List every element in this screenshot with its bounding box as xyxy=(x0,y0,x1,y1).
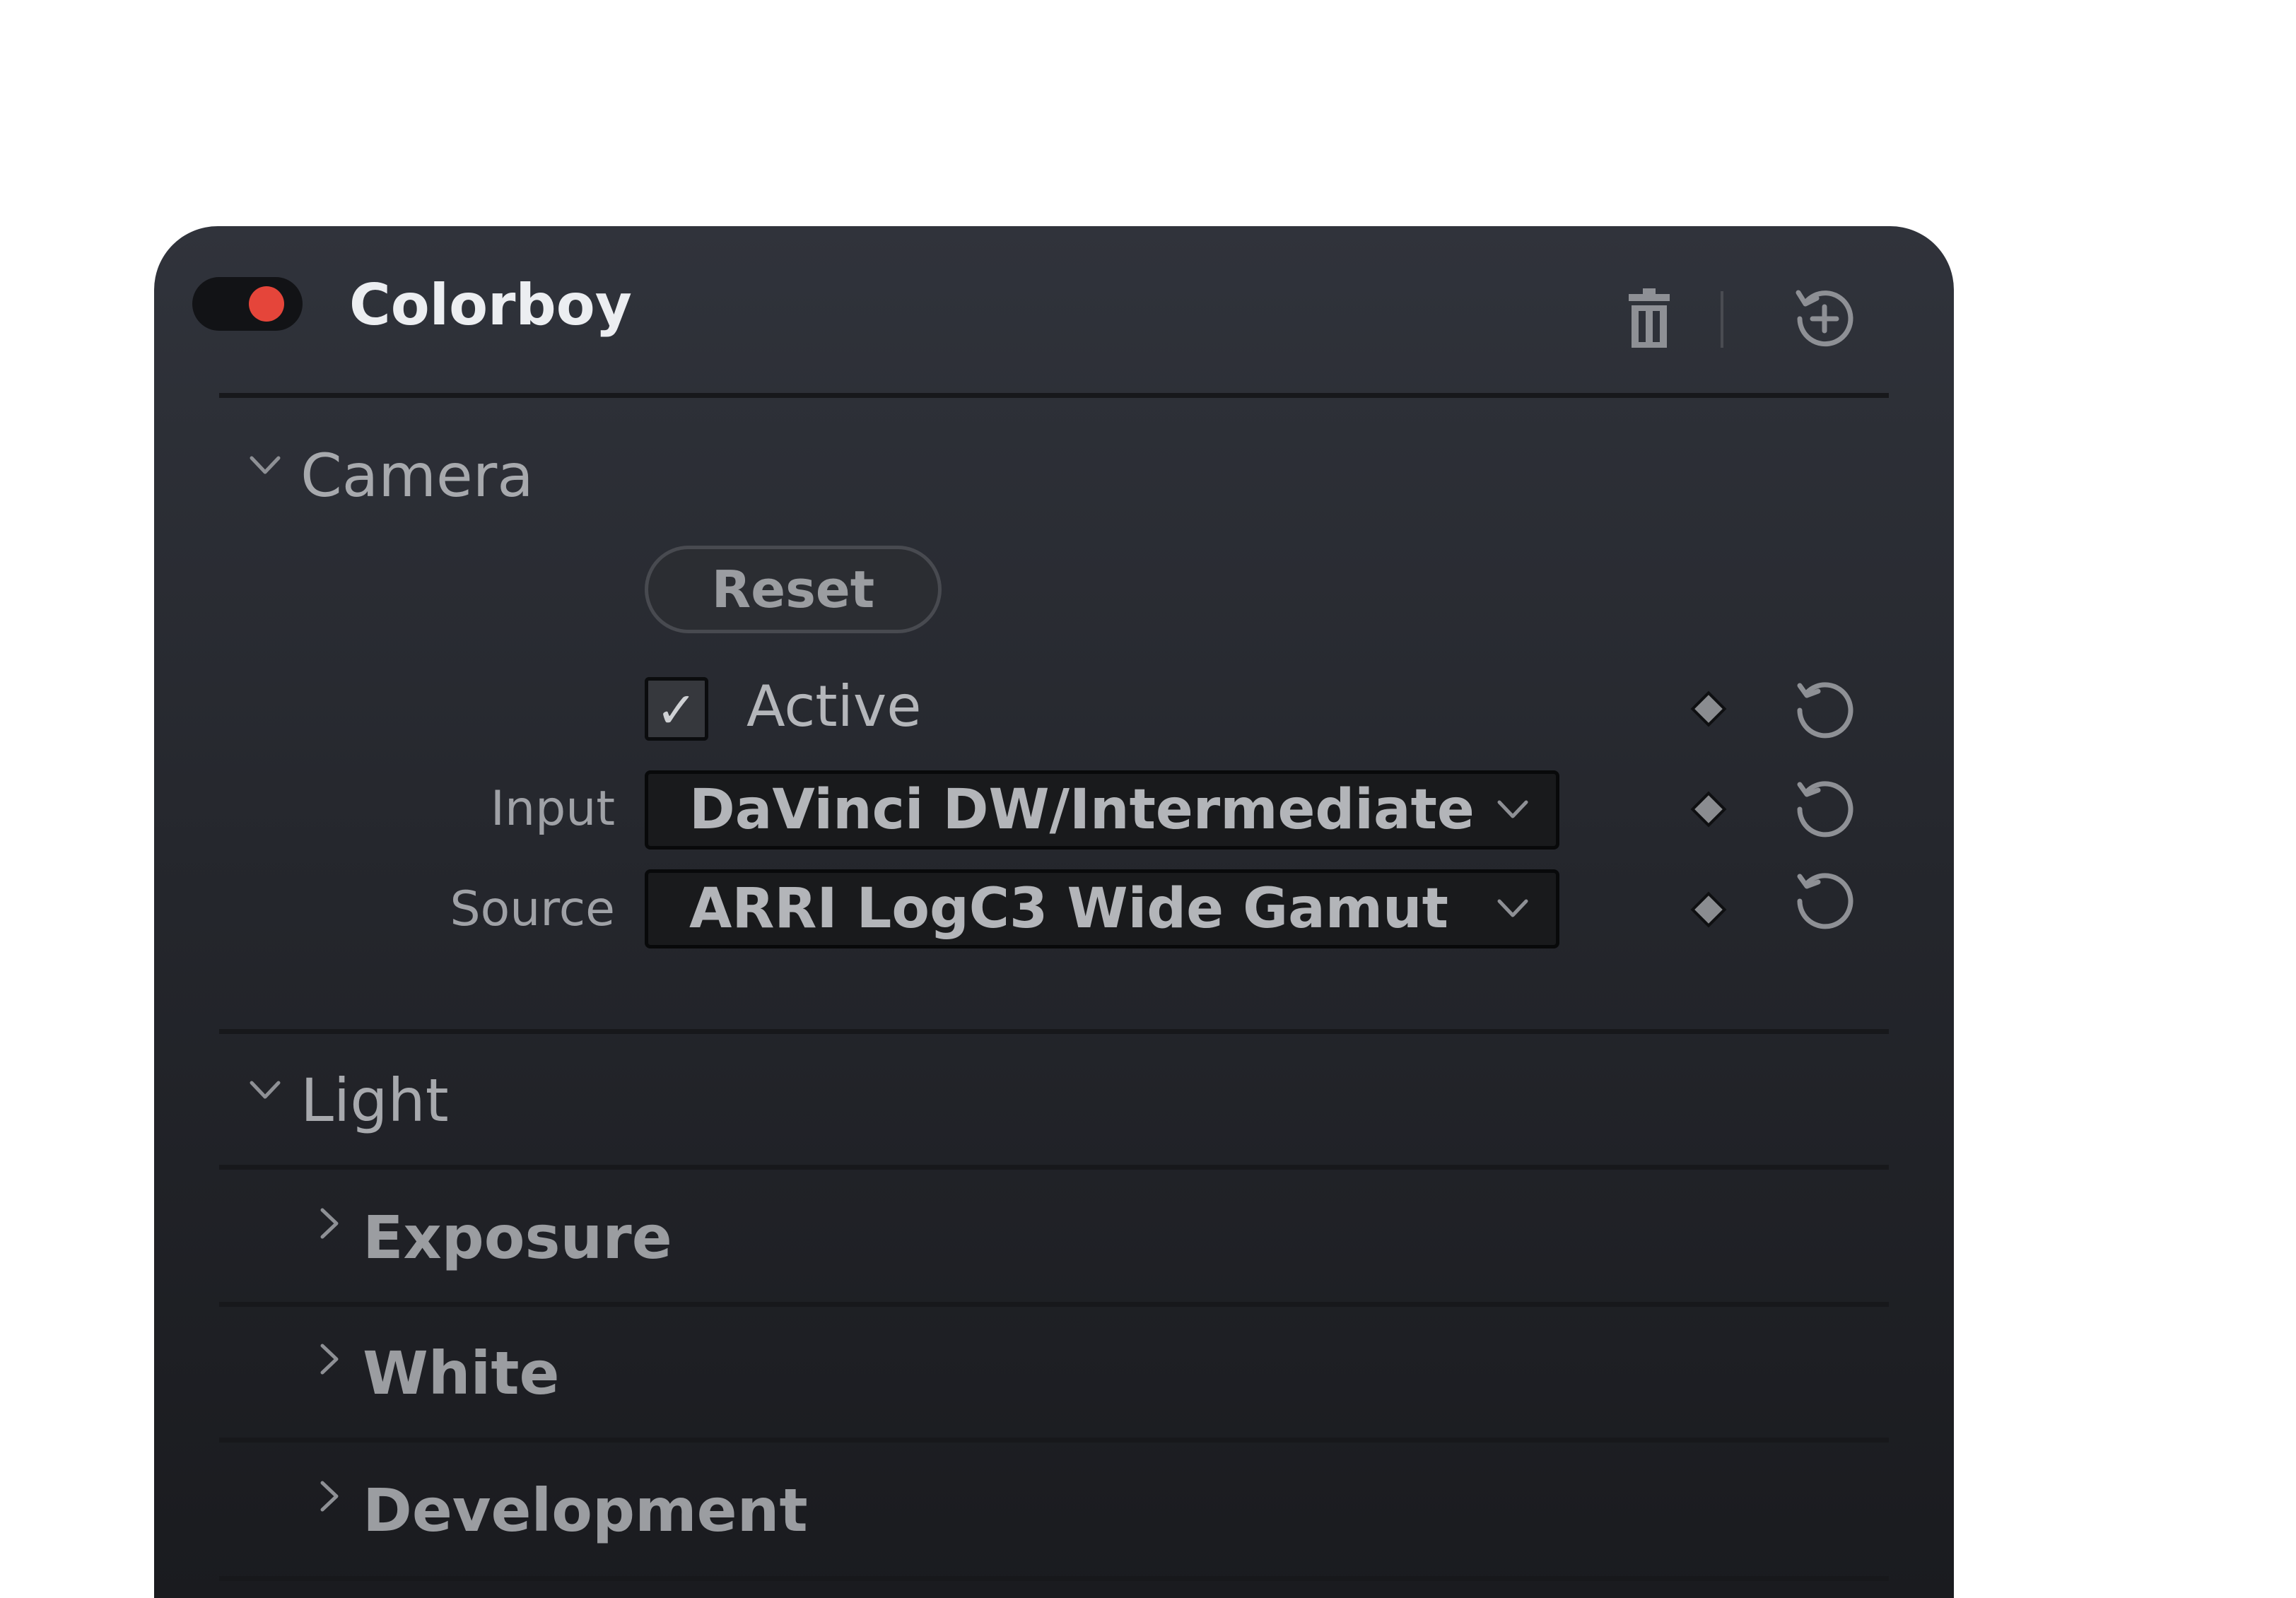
exposure-separator xyxy=(219,1302,1889,1307)
subsection-exposure-header[interactable]: Exposure xyxy=(315,1202,672,1273)
input-label: Input xyxy=(490,781,615,837)
subsection-development-title: Development xyxy=(363,1475,808,1545)
reset-button[interactable]: Reset xyxy=(645,546,942,633)
camera-separator xyxy=(219,1029,1889,1034)
keyframe-diamond-icon[interactable] xyxy=(1689,790,1728,831)
source-select-value: ARRI LogC3 Wide Gamut xyxy=(689,877,1448,941)
chevron-right-icon xyxy=(315,1475,344,1546)
section-light-title: Light xyxy=(300,1065,449,1135)
input-select-value: DaVinci DW/Intermediate xyxy=(689,778,1475,842)
chevron-right-icon xyxy=(315,1202,344,1273)
section-camera-title: Camera xyxy=(300,440,534,510)
section-camera-header[interactable]: Camera xyxy=(247,440,534,511)
subsection-white-title: White xyxy=(363,1338,560,1408)
header-divider xyxy=(1721,291,1723,348)
colorboy-panel: Colorboy Camera Reset ✓ Active Input DaV… xyxy=(154,226,1954,1598)
active-label: Active xyxy=(746,674,922,739)
keyframe-diamond-icon[interactable] xyxy=(1689,891,1728,932)
chevron-down-icon xyxy=(1495,795,1530,826)
chevron-right-icon xyxy=(315,1338,344,1409)
reset-source-icon[interactable] xyxy=(1793,869,1856,936)
white-separator xyxy=(219,1438,1889,1443)
trash-icon[interactable] xyxy=(1629,288,1670,351)
subsection-white-header[interactable]: White xyxy=(315,1337,559,1409)
toggle-indicator xyxy=(249,286,284,322)
reset-input-icon[interactable] xyxy=(1793,777,1856,844)
light-separator xyxy=(219,1165,1889,1170)
source-select[interactable]: ARRI LogC3 Wide Gamut xyxy=(645,869,1559,948)
chevron-down-icon xyxy=(247,440,283,511)
chevron-down-icon xyxy=(1495,894,1530,925)
header-separator xyxy=(219,393,1889,398)
subsection-exposure-title: Exposure xyxy=(363,1202,672,1272)
keyframe-diamond-icon[interactable] xyxy=(1689,690,1728,731)
input-select[interactable]: DaVinci DW/Intermediate xyxy=(645,770,1559,850)
enable-toggle[interactable] xyxy=(192,277,303,331)
active-checkbox[interactable]: ✓ xyxy=(645,677,708,741)
chevron-down-icon xyxy=(247,1065,283,1136)
panel-title: Colorboy xyxy=(349,272,632,338)
source-label: Source xyxy=(450,881,615,937)
development-separator xyxy=(219,1576,1889,1581)
section-light-header[interactable]: Light xyxy=(247,1064,449,1136)
subsection-development-header[interactable]: Development xyxy=(315,1474,808,1546)
add-version-icon[interactable] xyxy=(1793,287,1856,353)
reset-active-icon[interactable] xyxy=(1793,678,1856,745)
